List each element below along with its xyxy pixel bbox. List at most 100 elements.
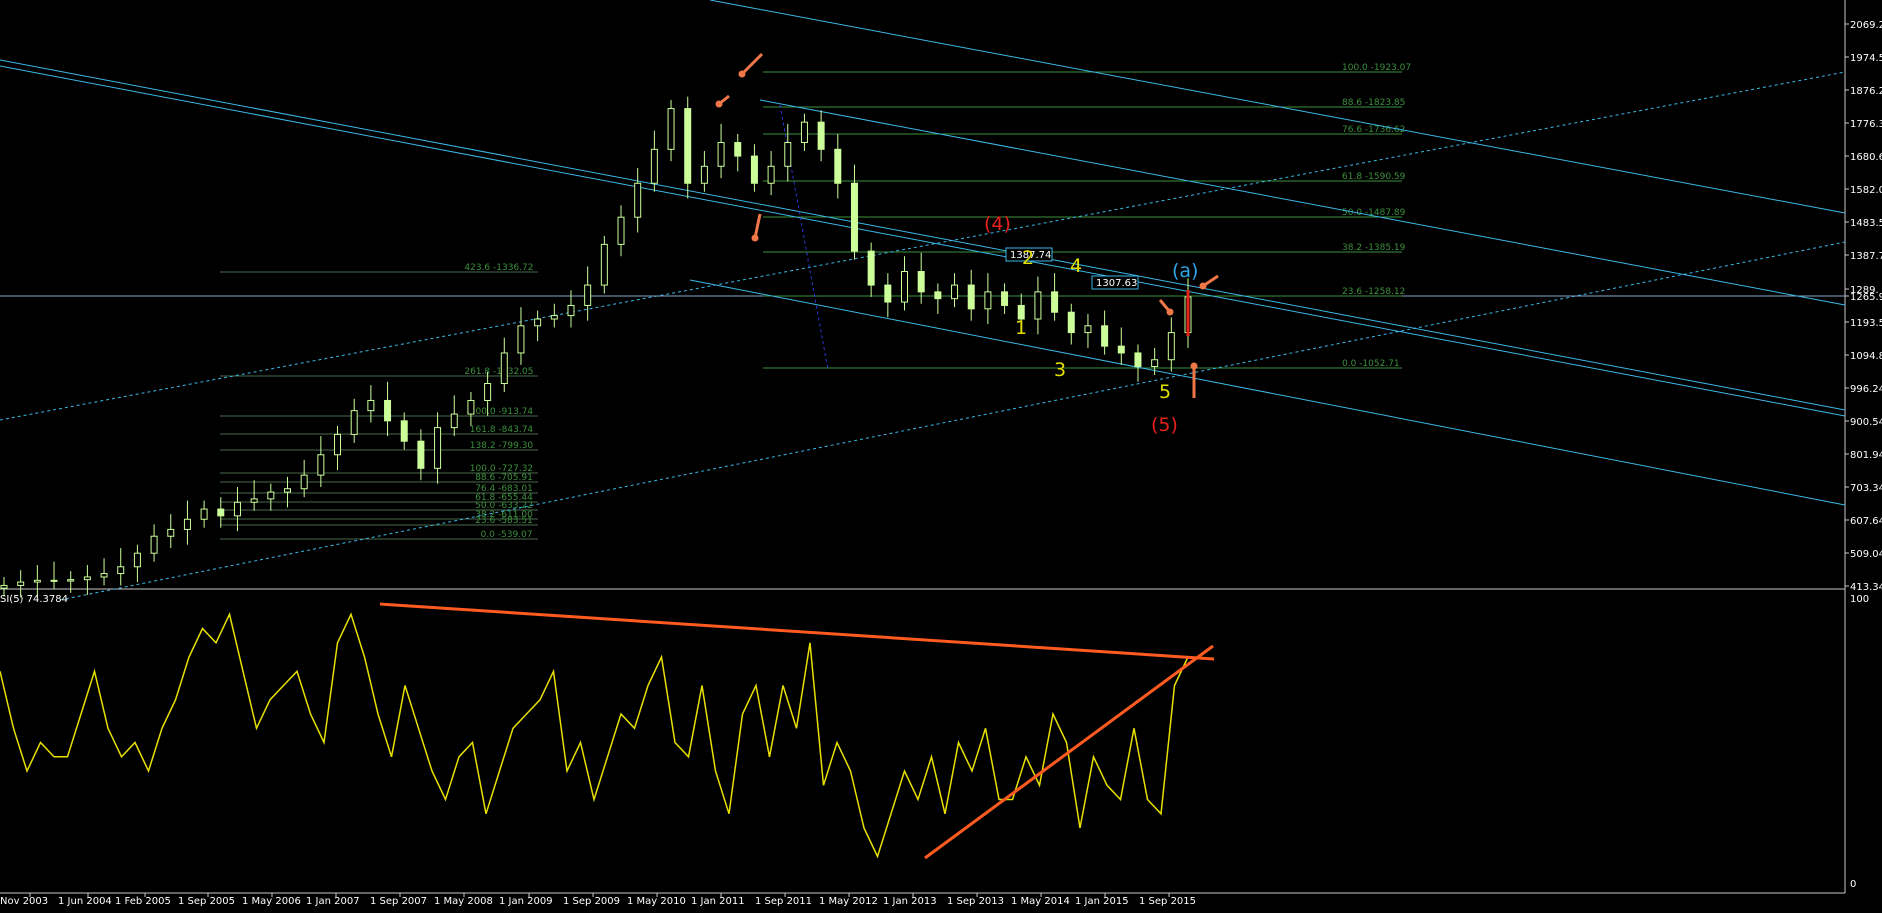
fib-level-label: 38.2 -1385.19 (1342, 243, 1406, 253)
candle-body (617, 216, 625, 245)
time-tick-label: 1 May 2014 (1011, 896, 1070, 907)
candle-body (1067, 311, 1075, 334)
candle-body (350, 410, 358, 435)
candle-body (500, 352, 508, 384)
candle-body (584, 284, 592, 306)
time-tick-label: 1 Jan 2013 (883, 896, 937, 907)
candle-body (334, 433, 342, 456)
candle-body (1051, 291, 1059, 313)
wave-label: 1 (1015, 317, 1027, 339)
time-tick-label: 1 Sep 2013 (947, 896, 1004, 907)
candle-body (100, 573, 108, 578)
candle-body (317, 454, 325, 476)
candle-body (217, 508, 225, 517)
fib-level-label: 100.0 -1923.07 (1342, 63, 1411, 73)
candle-body (1084, 325, 1092, 334)
value-box-label: 1307.63 (1096, 278, 1137, 289)
time-tick-label: 1 Jan 2011 (691, 896, 745, 907)
candle-body (1101, 325, 1109, 347)
candle-body (917, 270, 925, 293)
candle-body (784, 142, 792, 167)
candle-body (83, 576, 91, 581)
fib-level-label: 138.2 -799.30 (470, 441, 534, 451)
candle-body (767, 165, 775, 184)
candle-body (484, 382, 492, 401)
indicator-min-label: 0 (1850, 879, 1856, 890)
candle-body (17, 581, 25, 586)
price-tick-label: 1582.00 (1850, 185, 1882, 196)
wave-label: 3 (1054, 359, 1066, 381)
candle-body (450, 413, 458, 429)
time-tick-label: 1 May 2008 (434, 896, 493, 907)
candle-body (183, 518, 191, 530)
price-tick-label: 1974.51 (1850, 53, 1882, 64)
candle-body (1034, 291, 1042, 320)
price-tick-label: 1483.54 (1850, 218, 1882, 229)
candle-body (667, 108, 675, 150)
candle-body (50, 579, 58, 582)
candle-body (800, 121, 808, 144)
price-tick-label: 801.94 (1850, 450, 1882, 461)
chart-background (0, 0, 1882, 913)
candle-body (400, 420, 408, 442)
candle-body (550, 315, 558, 320)
fib-level-label: 23.6 -1258.12 (1342, 287, 1405, 297)
time-tick-label: 1 May 2010 (627, 896, 686, 907)
fib-level-label: 261.8 -1032.05 (464, 367, 533, 377)
candle-body (684, 108, 692, 184)
price-tick-label: 607.64 (1850, 516, 1882, 527)
candle-body (1151, 359, 1159, 368)
price-tick-label: 413.34 (1850, 582, 1882, 593)
candle-body (283, 488, 291, 493)
fib-level-label: 200.0 -913.74 (470, 407, 534, 417)
annotation-arrow-head (1199, 282, 1207, 290)
price-tick-label: 1193.54 (1850, 318, 1882, 329)
time-tick-label: 1 Sep 2015 (1139, 896, 1196, 907)
candle-body (634, 182, 642, 218)
time-tick-label: 1 Sep 2011 (755, 896, 812, 907)
wave-label: 2 (1022, 247, 1034, 269)
fib-level-label: 88.6 -1823.85 (1342, 98, 1405, 108)
candle-body (951, 284, 959, 300)
indicator-max-label: 100 (1850, 594, 1869, 605)
candle-body (1167, 332, 1175, 361)
time-tick-label: 1 Sep 2005 (178, 896, 235, 907)
candle-body (901, 270, 909, 303)
candle-body (984, 291, 992, 310)
candle-body (434, 427, 442, 469)
time-tick-label: 1 May 2006 (242, 896, 301, 907)
candle-body (0, 584, 8, 589)
fib-level-label: 423.6 -1336.72 (464, 263, 533, 273)
wave-label: (4) (984, 213, 1011, 235)
candle-body (834, 148, 842, 184)
candle-body (467, 399, 475, 415)
time-tick-label: 1 Sep 2007 (370, 896, 427, 907)
price-tick-label: 1387.72 (1850, 251, 1882, 262)
annotation-arrow-head (751, 234, 759, 242)
candle-body (384, 399, 392, 422)
candle-body (200, 508, 208, 520)
candle-body (734, 142, 742, 157)
candle-body (267, 491, 275, 500)
fib-level-label: 23.6 -583.51 (475, 516, 533, 526)
fib-level-label: 88.6 -705.91 (475, 473, 533, 483)
candle-body (417, 440, 425, 469)
candle-body (650, 148, 658, 184)
price-tick-label: 996.24 (1850, 384, 1882, 395)
candle-body (867, 250, 875, 286)
candle-body (600, 243, 608, 286)
price-tick-label: 703.34 (1850, 483, 1882, 494)
candle-body (167, 528, 175, 537)
candle-body (250, 498, 258, 503)
candle-body (567, 304, 575, 317)
time-tick-label: 1 Jan 2015 (1075, 896, 1129, 907)
fib-level-label: 161.8 -843.74 (470, 425, 534, 435)
candle-body (367, 399, 375, 412)
candle-body (67, 579, 75, 582)
candle-body (1001, 291, 1009, 306)
candle-body (534, 318, 542, 327)
candle-body (934, 291, 942, 300)
candle-body (884, 284, 892, 303)
wave-label: (5) (1151, 414, 1178, 436)
price-chart: 100.0 -1923.07 88.6 -1823.85 76.6 -1736.62… (0, 0, 1882, 913)
